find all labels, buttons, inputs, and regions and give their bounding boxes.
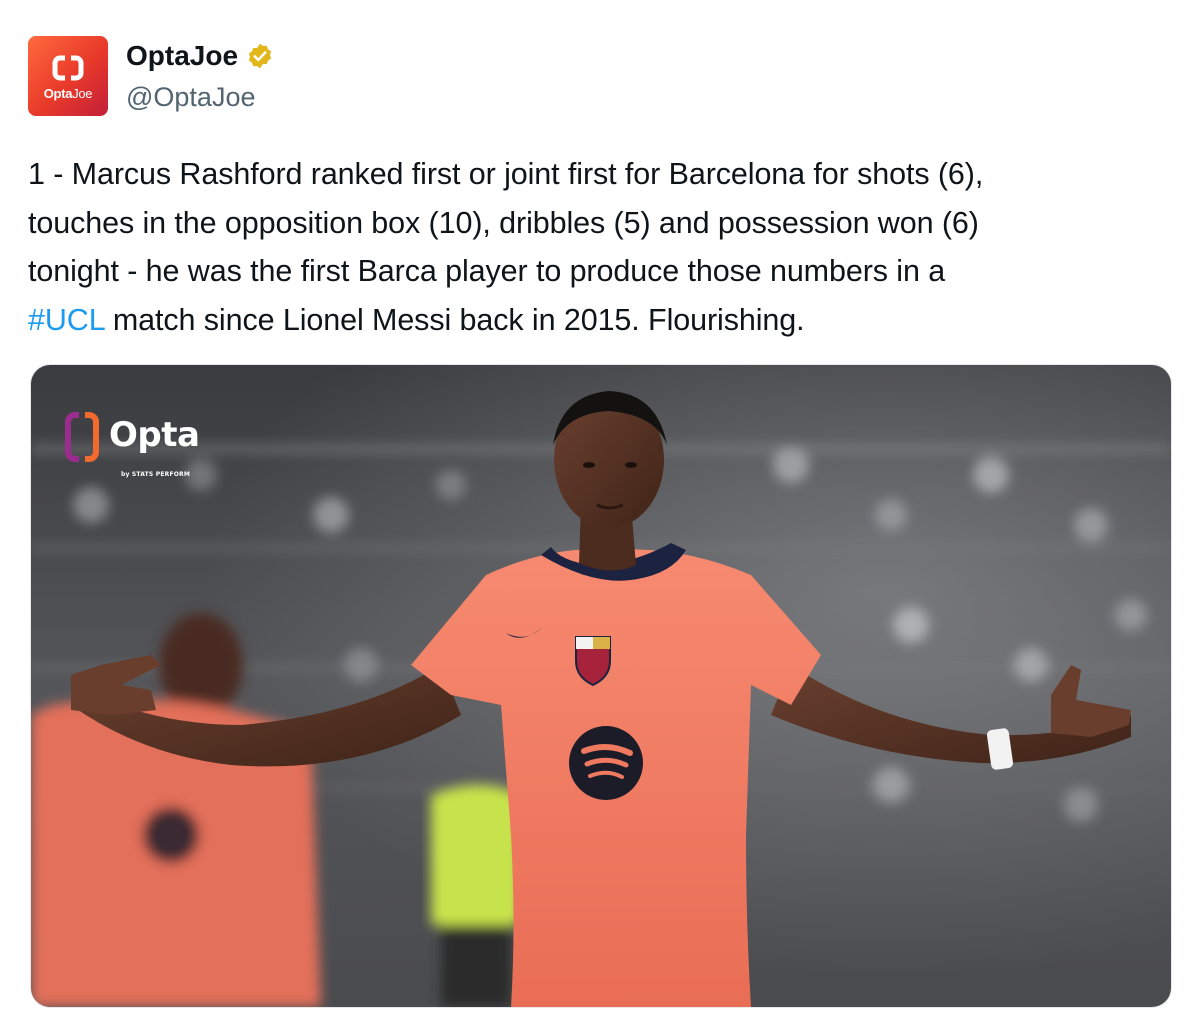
author-name[interactable]: OptaJoe	[126, 40, 274, 72]
avatar-label: OptaJoe	[43, 86, 93, 101]
player-celebration-photo	[31, 365, 1171, 1007]
opta-subtext: by STATS PERFORM	[121, 471, 191, 478]
opta-wordmark: Opta by STATS PERFORM	[109, 417, 200, 478]
tweet-body: 1 - Marcus Rashford ranked first or join…	[28, 150, 1178, 344]
hashtag-link[interactable]: #UCL	[28, 303, 105, 337]
opta-brand-icon	[65, 412, 99, 462]
opta-logo-icon	[52, 55, 84, 81]
author-avatar[interactable]: OptaJoe	[28, 36, 108, 116]
author-handle[interactable]: @OptaJoe	[126, 82, 255, 113]
tweet-line: touches in the opposition box (10), drib…	[28, 205, 979, 240]
tweet-line: #UCL match since Lionel Messi back in 20…	[28, 296, 1178, 345]
tweet-line-rest: match since Lionel Messi back in 2015. F…	[104, 302, 805, 337]
tweet-media-image[interactable]: Opta by STATS PERFORM	[30, 364, 1172, 1008]
tweet-line: 1 - Marcus Rashford ranked first or join…	[28, 157, 984, 191]
verified-badge-icon	[248, 43, 272, 69]
opta-watermark: Opta by STATS PERFORM	[65, 411, 200, 478]
display-name-text: OptaJoe	[126, 40, 239, 71]
tweet-line: tonight - he was the first Barca player …	[28, 254, 946, 288]
spotify-logo-icon	[569, 726, 643, 800]
